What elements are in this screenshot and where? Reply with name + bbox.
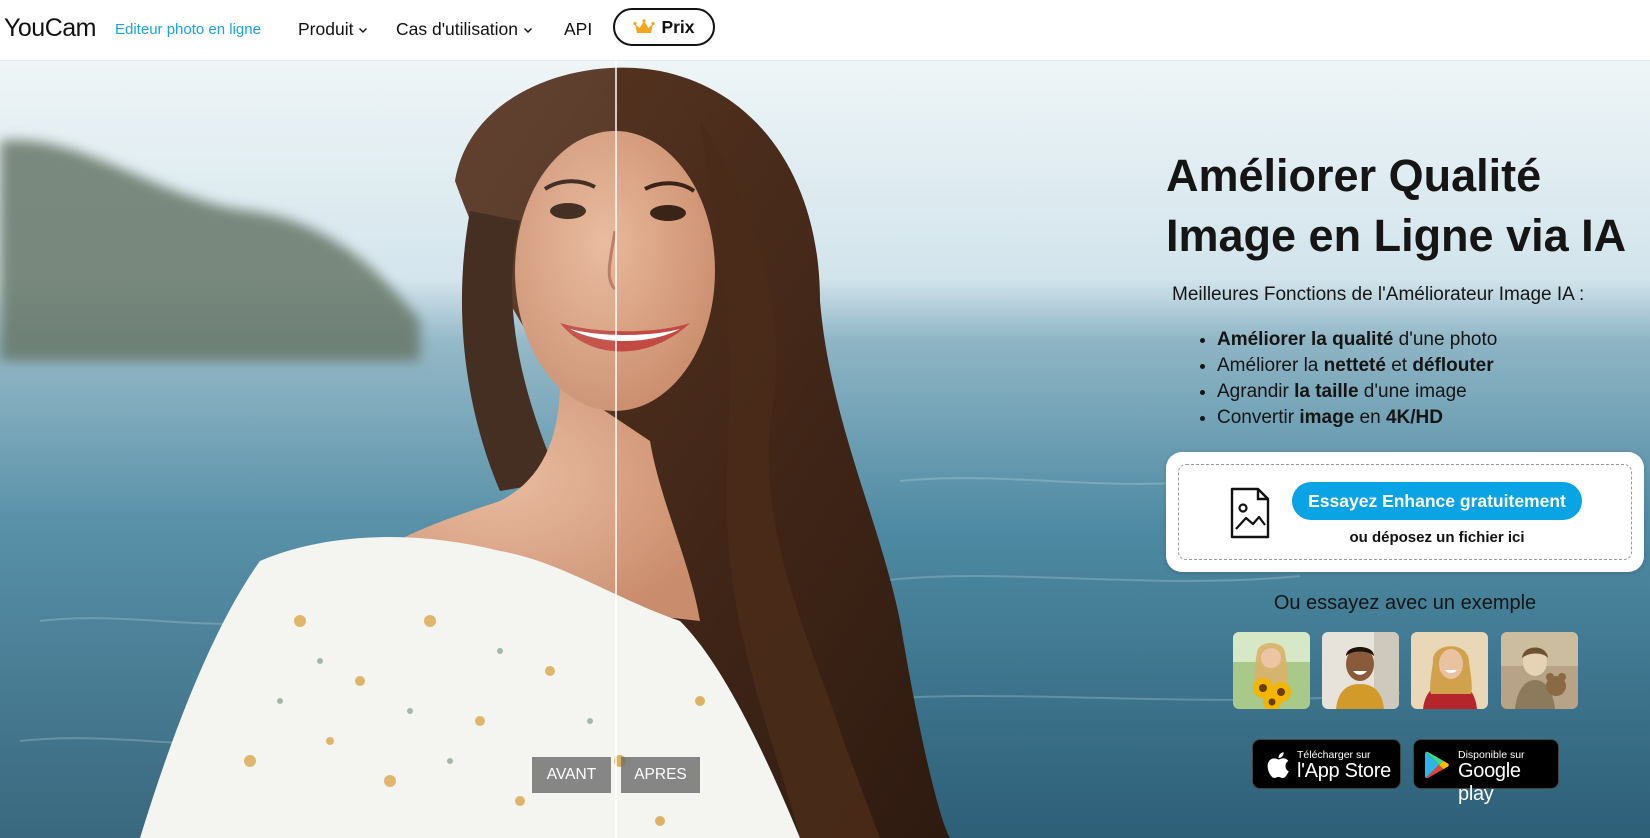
- top-header: YouCam Editeur photo en ligne Produit Ca…: [0, 0, 1650, 61]
- drop-zone[interactable]: Essayez Enhance gratuitement ou déposez …: [1178, 464, 1632, 560]
- google-play-icon: [1425, 751, 1449, 779]
- nav-cas-utilisation[interactable]: Cas d'utilisation: [396, 19, 533, 40]
- nav-api[interactable]: API: [564, 19, 592, 40]
- compare-divider[interactable]: [615, 61, 617, 838]
- example-man-smiling: [1322, 632, 1399, 709]
- example-thumb-man-smiling[interactable]: [1322, 632, 1399, 709]
- brand-tagline[interactable]: Editeur photo en ligne: [115, 21, 261, 38]
- nav-api-label: API: [564, 19, 593, 39]
- price-button-label: Prix: [661, 16, 695, 37]
- example-thumb-sunflowers[interactable]: [1233, 632, 1310, 709]
- examples-title: Ou essayez avec un exemple: [1273, 592, 1537, 614]
- title-line-1: Améliorer Qualité: [1166, 150, 1542, 201]
- crown-icon: [633, 19, 656, 33]
- try-enhance-button[interactable]: Essayez Enhance gratuitement: [1292, 482, 1582, 520]
- page-title: Améliorer Qualité Image en Ligne via IA: [1166, 146, 1646, 266]
- feature-item: Convertir image en 4K/HD: [1217, 405, 1497, 431]
- google-play-button[interactable]: Disponible sur Google play: [1413, 739, 1559, 805]
- feature-item: Agrandir la taille d'une image: [1217, 379, 1497, 405]
- feature-item: Améliorer la qualité d'une photo: [1217, 327, 1497, 353]
- hero-section: AVANT APRES Améliorer Qualité Image en L…: [0, 61, 1650, 838]
- nav-produit-label: Produit: [298, 19, 354, 39]
- drop-file-text: ou déposez un fichier ici: [1349, 529, 1525, 546]
- after-label[interactable]: APRES: [621, 757, 700, 793]
- app-store-big-text: l'App Store: [1297, 760, 1391, 782]
- app-store-button[interactable]: Télécharger sur l'App Store: [1252, 739, 1401, 789]
- title-line-2: Image en Ligne via IA: [1166, 210, 1627, 261]
- example-woman-red: [1411, 632, 1488, 709]
- nav-produit[interactable]: Produit: [298, 19, 368, 40]
- example-vintage-child: [1501, 632, 1578, 709]
- nav-cas-utilisation-label: Cas d'utilisation: [396, 19, 519, 39]
- image-file-icon: [1230, 487, 1270, 539]
- chevron-down-icon: [359, 27, 368, 33]
- brand-logo[interactable]: YouCam: [4, 14, 96, 43]
- feature-list: Améliorer la qualité d'une photo Amélior…: [1190, 327, 1497, 431]
- example-thumb-woman-red[interactable]: [1411, 632, 1488, 709]
- feature-item: Améliorer la netteté et déflouter: [1217, 353, 1497, 379]
- example-thumb-vintage-child[interactable]: [1501, 632, 1578, 709]
- chevron-down-icon: [524, 27, 533, 33]
- features-subheading: Meilleures Fonctions de l'Améliorateur I…: [1172, 284, 1585, 305]
- google-play-big-text: Google play: [1458, 760, 1521, 805]
- apple-icon: [1267, 752, 1289, 779]
- before-label[interactable]: AVANT: [532, 757, 611, 793]
- price-button[interactable]: Prix: [613, 8, 715, 46]
- example-sunflowers: [1233, 632, 1310, 709]
- upload-card[interactable]: Essayez Enhance gratuitement ou déposez …: [1166, 452, 1644, 572]
